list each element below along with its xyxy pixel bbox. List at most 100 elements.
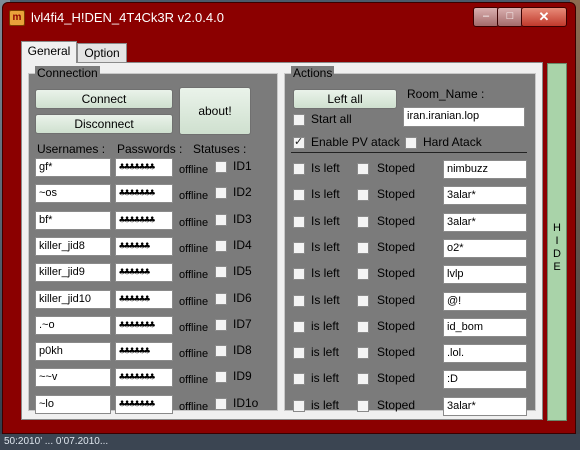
stoped-checkbox[interactable] (357, 189, 369, 202)
connect-button[interactable]: Connect (35, 89, 173, 109)
password-field[interactable]: ♣♣♣♣♣♣♣ (115, 394, 173, 414)
stoped-checkbox[interactable] (357, 268, 369, 281)
username-field[interactable]: p0kh (35, 342, 111, 362)
stoped-label: Stoped (377, 345, 416, 360)
username-field[interactable]: bf* (35, 210, 111, 230)
is-left-checkbox[interactable] (293, 399, 305, 412)
username-field[interactable]: killer_jid9 (35, 263, 111, 283)
status-text: offline (179, 164, 209, 176)
stoped-checkbox[interactable] (357, 320, 369, 333)
message-field[interactable]: o2* (443, 238, 527, 258)
left-all-button[interactable]: Left all (293, 89, 397, 109)
message-field[interactable]: id_bom (443, 317, 527, 337)
is-left-checkbox[interactable] (293, 215, 305, 228)
room-name-input[interactable]: iran.iranian.lop (403, 107, 525, 127)
status-text: offline (179, 374, 209, 387)
is-left-label: Is left (311, 266, 340, 281)
stoped-checkbox[interactable] (357, 163, 369, 175)
disconnect-button[interactable]: Disconnect (35, 114, 173, 134)
id-label: ID5 (233, 264, 252, 279)
start-all-checkbox[interactable] (293, 114, 305, 126)
taskbar: 50:2010’ ... 0’07.2010... (0, 434, 580, 450)
id-checkbox[interactable] (215, 371, 227, 384)
id-checkbox[interactable] (215, 292, 227, 305)
stoped-checkbox[interactable] (357, 347, 369, 360)
stoped-label: Stoped (377, 213, 416, 228)
message-field[interactable]: 3alar* (443, 212, 527, 232)
maximize-button[interactable]: □ (497, 7, 523, 27)
minimize-button[interactable]: – (473, 7, 499, 27)
is-left-checkbox[interactable] (293, 320, 305, 333)
username-field[interactable]: ~lo (35, 394, 111, 414)
tab-option[interactable]: Option (77, 43, 127, 63)
id-checkbox[interactable] (215, 318, 227, 331)
username-field[interactable]: gf* (35, 158, 111, 177)
password-field[interactable]: ♣♣♣♣♣♣♣ (115, 210, 173, 230)
id-checkbox[interactable] (215, 345, 227, 358)
password-field[interactable]: ♣♣♣♣♣♣ (115, 236, 173, 256)
id-checkbox[interactable] (215, 266, 227, 279)
id-label: ID6 (233, 290, 252, 305)
id-label: ID2 (233, 185, 252, 200)
hide-bar-button[interactable]: H I D E (547, 63, 567, 421)
statuses-header: Statuses : (193, 142, 247, 156)
id-checkbox[interactable] (215, 213, 227, 226)
is-left-checkbox[interactable] (293, 163, 305, 175)
message-field[interactable]: 3alar* (443, 396, 527, 416)
close-button[interactable]: ✕ (521, 7, 567, 27)
is-left-label: Is left (311, 292, 340, 307)
tab-general[interactable]: General (21, 41, 77, 63)
username-field[interactable]: ~os (35, 184, 111, 204)
stoped-checkbox[interactable] (357, 215, 369, 228)
title-bar[interactable]: m lvl4fi4_H!DEN_4T4Ck3R v2.0.4.0 – □ ✕ (3, 3, 575, 33)
enable-pv-checkbox[interactable] (293, 135, 305, 149)
message-field[interactable]: nimbuzz (443, 160, 527, 179)
password-field[interactable]: ♣♣♣♣♣♣ (115, 342, 173, 362)
is-left-checkbox[interactable] (293, 294, 305, 307)
stoped-checkbox[interactable] (357, 241, 369, 254)
password-field[interactable]: ♣♣♣♣♣♣ (115, 289, 173, 309)
stoped-label: Stoped (377, 187, 416, 202)
about-button[interactable]: about! (179, 87, 251, 135)
app-icon[interactable]: m (9, 10, 25, 26)
stoped-label: Stoped (377, 292, 416, 307)
is-left-checkbox[interactable] (293, 241, 305, 254)
stoped-checkbox[interactable] (357, 399, 369, 412)
password-field[interactable]: ♣♣♣♣♣♣♣ (115, 158, 173, 177)
message-field[interactable]: .lol. (443, 344, 527, 364)
id-label: ID1o (233, 395, 259, 410)
connection-legend: Connection (35, 66, 100, 80)
id-checkbox[interactable] (215, 187, 227, 200)
message-field[interactable]: @! (443, 291, 527, 311)
hard-atack-checkbox[interactable] (405, 137, 417, 149)
message-field[interactable]: lvlp (443, 265, 527, 285)
actions-group: Actions Left all Room_Name : iran.irania… (284, 66, 536, 416)
stoped-label: Stoped (377, 239, 416, 254)
message-field[interactable]: 3alar* (443, 186, 527, 206)
id-checkbox[interactable] (215, 239, 227, 252)
id-checkbox[interactable] (215, 161, 227, 173)
is-left-checkbox[interactable] (293, 189, 305, 202)
username-field[interactable]: killer_jid10 (35, 289, 111, 309)
password-field[interactable]: ♣♣♣♣♣♣♣ (115, 315, 173, 335)
client-area: General Option Connection Connect Discon… (11, 35, 567, 427)
message-field[interactable]: :D (443, 370, 527, 390)
stoped-label: Stoped (377, 266, 416, 281)
status-text: offline (179, 242, 209, 255)
is-left-checkbox[interactable] (293, 373, 305, 386)
password-field[interactable]: ♣♣♣♣♣♣♣ (115, 368, 173, 388)
username-field[interactable]: killer_jid8 (35, 236, 111, 256)
stoped-label: Stoped (377, 318, 416, 333)
username-field[interactable]: ~~v (35, 368, 111, 388)
is-left-checkbox[interactable] (293, 347, 305, 360)
stoped-checkbox[interactable] (357, 373, 369, 386)
general-panel: Connection Connect Disconnect about! Use… (21, 62, 543, 420)
stoped-checkbox[interactable] (357, 294, 369, 307)
username-field[interactable]: .~o (35, 315, 111, 335)
is-left-checkbox[interactable] (293, 268, 305, 281)
is-left-label: Is left (311, 213, 340, 228)
status-text: offline (179, 321, 209, 334)
password-field[interactable]: ♣♣♣♣♣♣♣ (115, 184, 173, 204)
id-checkbox[interactable] (215, 397, 227, 410)
password-field[interactable]: ♣♣♣♣♣♣ (115, 263, 173, 283)
